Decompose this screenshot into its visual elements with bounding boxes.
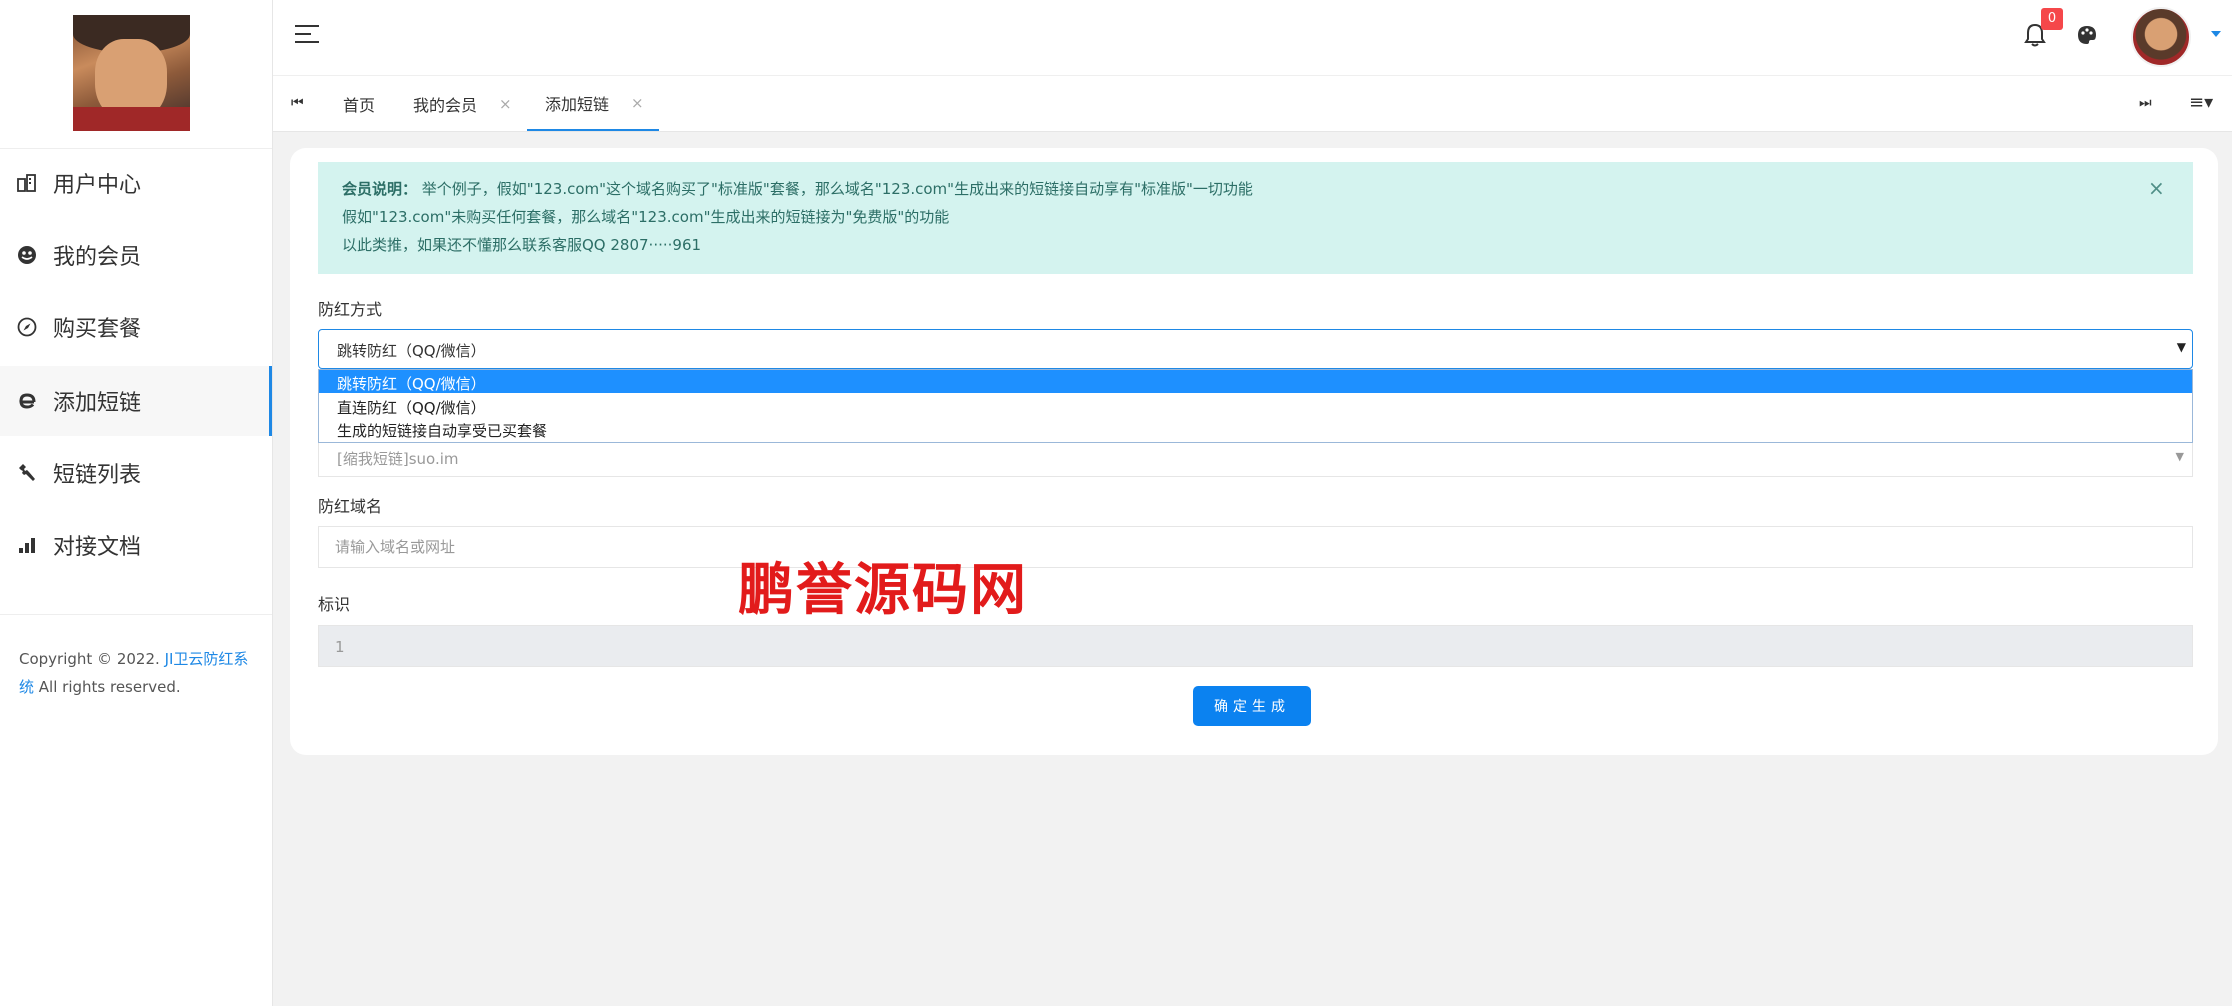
sidebar-item-buy-package[interactable]: 购买套餐 bbox=[0, 292, 272, 362]
sidebar-item-label: 短链列表 bbox=[53, 463, 142, 488]
form-card: 会员说明： 举个例子，假如"123.com"这个域名购买了"标准版"套餐，那么域… bbox=[290, 148, 2218, 755]
option-label: 直连防红（QQ/微信） bbox=[337, 399, 486, 417]
method-select[interactable]: 跳转防红（QQ/微信） ▼ bbox=[318, 329, 2193, 369]
close-icon[interactable]: × bbox=[631, 94, 644, 112]
option-label: 生成的短链接自动享受已买套餐 bbox=[337, 422, 548, 440]
sidebar-item-api-docs[interactable]: 对接文档 bbox=[0, 510, 272, 580]
alert-line-1: 会员说明： 举个例子，假如"123.com"这个域名购买了"标准版"套餐，那么域… bbox=[342, 178, 1253, 199]
copyright-prefix: Copyright © 2022. bbox=[19, 650, 160, 668]
sidebar-item-add-short-link[interactable]: 添加短链 bbox=[0, 366, 272, 436]
user-avatar[interactable] bbox=[2131, 7, 2191, 67]
submit-button[interactable]: 确定生成 bbox=[1193, 686, 1311, 726]
sidebar-item-user-center[interactable]: 用户中心 bbox=[0, 148, 272, 218]
tab-add-short-link[interactable]: 添加短链 × bbox=[527, 76, 659, 131]
notification-badge: 0 bbox=[2041, 8, 2063, 30]
copyright: Copyright © 2022. JI卫云防红系统 All rights re… bbox=[19, 645, 259, 701]
method-label: 防红方式 bbox=[318, 300, 383, 319]
chevron-down-icon[interactable] bbox=[2211, 31, 2221, 37]
sidebar-item-label: 对接文档 bbox=[53, 535, 142, 560]
tab-scroll-right-icon[interactable]: ⏭ bbox=[2139, 95, 2152, 111]
tab-bar: ⏮ 首页 我的会员 × 添加短链 × ⏭ ≡▾ bbox=[273, 76, 2232, 132]
browser-e-icon bbox=[16, 390, 38, 412]
close-icon[interactable]: × bbox=[499, 95, 512, 113]
close-icon[interactable]: × bbox=[2148, 176, 2165, 200]
palette-icon[interactable] bbox=[2076, 24, 2098, 46]
sidebar-item-short-link-list[interactable]: 短链列表 bbox=[0, 438, 272, 508]
tab-label: 首页 bbox=[343, 95, 376, 115]
tab-home[interactable]: 首页 bbox=[343, 76, 375, 131]
sidebar-item-label: 用户中心 bbox=[53, 173, 142, 198]
tab-scroll-left-icon[interactable]: ⏮ bbox=[291, 95, 304, 111]
option-label: 跳转防红（QQ/微信） bbox=[337, 375, 486, 393]
watermark: 鹏誉源码网 bbox=[738, 558, 1028, 623]
dropdown-option[interactable]: 直连防红（QQ/微信） bbox=[319, 394, 2192, 417]
domain-label: 防红域名 bbox=[318, 497, 383, 516]
dropdown-option[interactable]: 跳转防红（QQ/微信） bbox=[319, 370, 2192, 393]
method-dropdown: 跳转防红（QQ/微信） 直连防红（QQ/微信） 生成的短链接自动享受已买套餐 bbox=[318, 369, 2193, 443]
tag-label: 标识 bbox=[318, 595, 351, 614]
sidebar-item-label: 添加短链 bbox=[53, 391, 142, 416]
tag-input: 1 bbox=[318, 625, 2193, 667]
tab-menu-icon[interactable]: ≡▾ bbox=[2189, 92, 2213, 113]
sidebar-divider bbox=[0, 614, 272, 615]
caret-down-icon: ▼ bbox=[2176, 340, 2186, 354]
dashboard-icon bbox=[16, 172, 38, 194]
member-icon bbox=[16, 244, 38, 266]
compass-icon bbox=[16, 316, 38, 338]
dropdown-option[interactable]: 生成的短链接自动享受已买套餐 bbox=[319, 417, 2192, 440]
tab-label: 我的会员 bbox=[413, 95, 478, 115]
menu-toggle-icon[interactable] bbox=[295, 25, 319, 45]
copyright-suffix: All rights reserved. bbox=[38, 678, 181, 696]
alert-title: 会员说明： bbox=[342, 180, 418, 198]
domain-input[interactable] bbox=[318, 526, 2193, 568]
sidebar-item-label: 我的会员 bbox=[53, 245, 142, 270]
wrench-icon bbox=[16, 462, 38, 484]
alert-line-2: 假如"123.com"未购买任何套餐，那么域名"123.com"生成出来的短链接… bbox=[342, 208, 950, 226]
tag-value: 1 bbox=[335, 638, 345, 656]
sidebar-item-label: 购买套餐 bbox=[53, 317, 142, 342]
bar-chart-icon bbox=[16, 534, 38, 556]
sidebar: 用户中心 我的会员 购买套餐 添加短链 短链列表 对接文档 Copyright … bbox=[0, 0, 273, 1006]
tab-my-membership[interactable]: 我的会员 × bbox=[413, 76, 512, 131]
alert-line-3: 以此类推，如果还不懂那么联系客服QQ 2807·····961 bbox=[342, 236, 702, 254]
caret-down-icon: ▼ bbox=[2175, 450, 2184, 463]
method-select-value: 跳转防红（QQ/微信） bbox=[337, 342, 486, 360]
tab-label: 添加短链 bbox=[545, 94, 610, 114]
logo-avatar bbox=[73, 15, 190, 131]
shortener-select-value: [缩我短链]suo.im bbox=[337, 450, 459, 468]
info-alert: 会员说明： 举个例子，假如"123.com"这个域名购买了"标准版"套餐，那么域… bbox=[318, 162, 2193, 274]
alert-text: 举个例子，假如"123.com"这个域名购买了"标准版"套餐，那么域名"123.… bbox=[421, 180, 1253, 198]
sidebar-item-my-membership[interactable]: 我的会员 bbox=[0, 220, 272, 290]
top-header: 0 bbox=[273, 0, 2232, 76]
